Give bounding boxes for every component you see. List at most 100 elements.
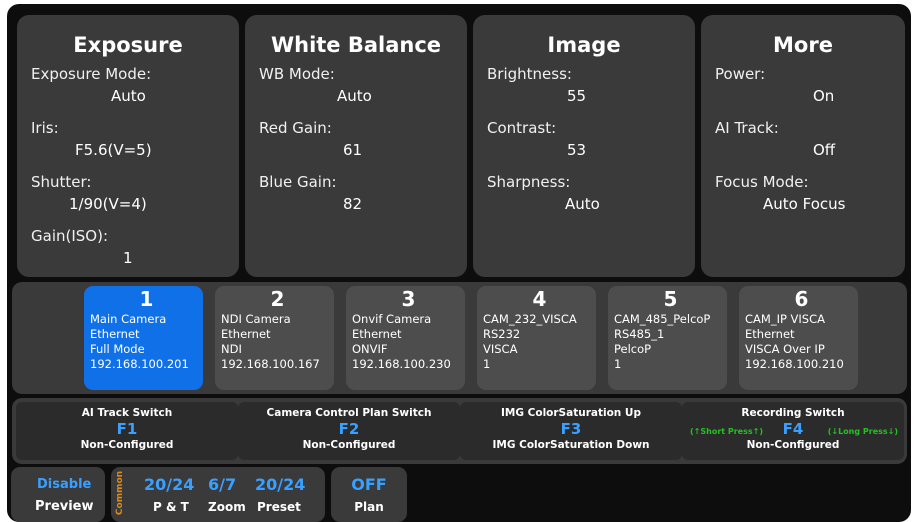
camera-card-2[interactable]: 2 NDI Camera Ethernet NDI 192.168.100.16…	[215, 286, 334, 390]
exposure-mode-label: Exposure Mode:	[31, 65, 152, 83]
iris-field: Iris: F5.6(V=5)	[17, 117, 239, 171]
exposure-panel[interactable]: Exposure Exposure Mode: Auto Iris: F5.6(…	[17, 15, 239, 277]
contrast-value: 53	[567, 141, 587, 159]
f2-key[interactable]: Camera Control Plan Switch F2 Non-Config…	[238, 402, 460, 460]
f3-key[interactable]: IMG ColorSaturation Up F3 IMG ColorSatur…	[460, 402, 682, 460]
preview-status: Disable	[37, 477, 92, 492]
power-label: Power:	[715, 65, 766, 83]
camera-name: Main Camera	[90, 312, 167, 326]
plan-toggle-button[interactable]: OFF Plan	[331, 467, 407, 522]
image-title: Image	[547, 33, 621, 57]
camera-protocol: PelcoP	[614, 342, 652, 356]
f2-config: Non-Configured	[302, 439, 396, 451]
f1-key-label: F1	[116, 420, 138, 438]
camera-address: 1	[614, 357, 622, 371]
power-value: On	[813, 87, 835, 105]
iris-label: Iris:	[31, 119, 59, 137]
camera-name: CAM_232_VISCA	[483, 312, 577, 326]
exposure-mode-field: Exposure Mode: Auto	[17, 63, 239, 117]
exposure-mode-value: Auto	[111, 87, 146, 105]
camera-connection: RS485_1	[614, 327, 665, 341]
camera-protocol: ONVIF	[352, 342, 388, 356]
sharpness-label: Sharpness:	[487, 173, 571, 191]
focus-mode-field: Focus Mode: Auto Focus	[701, 171, 905, 225]
blue-gain-label: Blue Gain:	[259, 173, 337, 191]
plan-status: OFF	[351, 475, 387, 494]
camera-control-window: Exposure Exposure Mode: Auto Iris: F5.6(…	[7, 4, 911, 522]
wb-mode-field: WB Mode: Auto	[245, 63, 467, 117]
brightness-value: 55	[567, 87, 587, 105]
camera-protocol: Full Mode	[90, 342, 145, 356]
contrast-label: Contrast:	[487, 119, 557, 137]
white-balance-panel[interactable]: White Balance WB Mode: Auto Red Gain: 61…	[245, 15, 467, 277]
shutter-value: 1/90(V=4)	[69, 195, 147, 213]
f4-short-press-note: (↑Short Press↑)	[690, 427, 763, 436]
common-tag: Common	[114, 471, 126, 518]
camera-address: 192.168.100.201	[90, 357, 189, 371]
f3-config: IMG ColorSaturation Down	[492, 439, 650, 451]
shutter-field: Shutter: 1/90(V=4)	[17, 171, 239, 225]
camera-protocol: NDI	[221, 342, 242, 356]
f4-long-press-note: (↓Long Press↓)	[827, 427, 898, 436]
pt-label: P & T	[153, 500, 189, 514]
camera-address: 1	[483, 357, 491, 371]
red-gain-label: Red Gain:	[259, 119, 332, 137]
camera-connection: Ethernet	[352, 327, 402, 341]
white-balance-title: White Balance	[270, 33, 442, 57]
preview-label: Preview	[35, 499, 94, 514]
camera-name: NDI Camera	[221, 312, 291, 326]
camera-number: 6	[794, 287, 809, 311]
function-key-row: AI Track Switch F1 Non-Configured Camera…	[12, 398, 907, 464]
camera-address: 192.168.100.167	[221, 357, 320, 371]
camera-address: 192.168.100.230	[352, 357, 451, 371]
brightness-field: Brightness: 55	[473, 63, 695, 117]
camera-number: 3	[401, 287, 416, 311]
common-stats-panel[interactable]: Common 20/24 P & T 6/7 Zoom 20/24 Preset	[111, 467, 325, 522]
f4-config: Non-Configured	[746, 439, 840, 451]
contrast-field: Contrast: 53	[473, 117, 695, 171]
gain-field: Gain(ISO): 1	[17, 225, 239, 279]
camera-card-4[interactable]: 4 CAM_232_VISCA RS232 VISCA 1	[477, 286, 596, 390]
camera-number: 2	[270, 287, 285, 311]
shutter-label: Shutter:	[31, 173, 92, 191]
red-gain-field: Red Gain: 61	[245, 117, 467, 171]
camera-list: 1 Main Camera Ethernet Full Mode 192.168…	[12, 282, 907, 394]
camera-card-6[interactable]: 6 CAM_IP VISCA Ethernet VISCA Over IP 19…	[739, 286, 858, 390]
camera-card-5[interactable]: 5 CAM_485_PelcoP RS485_1 PelcoP 1	[608, 286, 727, 390]
camera-card-3[interactable]: 3 Onvif Camera Ethernet ONVIF 192.168.10…	[346, 286, 465, 390]
sharpness-field: Sharpness: Auto	[473, 171, 695, 225]
more-panel[interactable]: More Power: On AI Track: Off Focus Mode:…	[701, 15, 905, 277]
camera-name: CAM_485_PelcoP	[614, 312, 711, 326]
brightness-label: Brightness:	[487, 65, 572, 83]
f3-title: IMG ColorSaturation Up	[501, 407, 641, 419]
camera-protocol: VISCA	[483, 342, 518, 356]
wb-mode-value: Auto	[337, 87, 372, 105]
blue-gain-value: 82	[343, 195, 363, 213]
preview-toggle-button[interactable]: Disable Preview	[11, 467, 105, 522]
f1-key[interactable]: AI Track Switch F1 Non-Configured	[16, 402, 238, 460]
camera-number: 5	[663, 287, 678, 311]
sharpness-value: Auto	[565, 195, 600, 213]
camera-name: CAM_IP VISCA	[745, 312, 826, 326]
ai-track-value: Off	[813, 141, 836, 159]
pt-count: 20/24	[144, 475, 195, 494]
preset-label: Preset	[257, 500, 301, 514]
image-panel[interactable]: Image Brightness: 55 Contrast: 53 Sharpn…	[473, 15, 695, 277]
ai-track-label: AI Track:	[715, 119, 779, 137]
gain-label: Gain(ISO):	[31, 227, 108, 245]
zoom-count: 6/7	[208, 475, 237, 494]
f4-title: Recording Switch	[741, 407, 845, 419]
camera-connection: RS232	[483, 327, 521, 341]
camera-card-1[interactable]: 1 Main Camera Ethernet Full Mode 192.168…	[84, 286, 203, 390]
more-title: More	[773, 33, 833, 57]
focus-mode-value: Auto Focus	[763, 195, 846, 213]
red-gain-value: 61	[343, 141, 363, 159]
f3-key-label: F3	[560, 420, 582, 438]
exposure-title: Exposure	[73, 33, 183, 57]
f4-key[interactable]: Recording Switch F4 Non-Configured (↑Sho…	[682, 402, 904, 460]
f2-title: Camera Control Plan Switch	[266, 407, 432, 419]
camera-number: 4	[532, 287, 547, 311]
common-label: Common	[115, 471, 125, 516]
plan-label: Plan	[354, 500, 384, 514]
wb-mode-label: WB Mode:	[259, 65, 335, 83]
